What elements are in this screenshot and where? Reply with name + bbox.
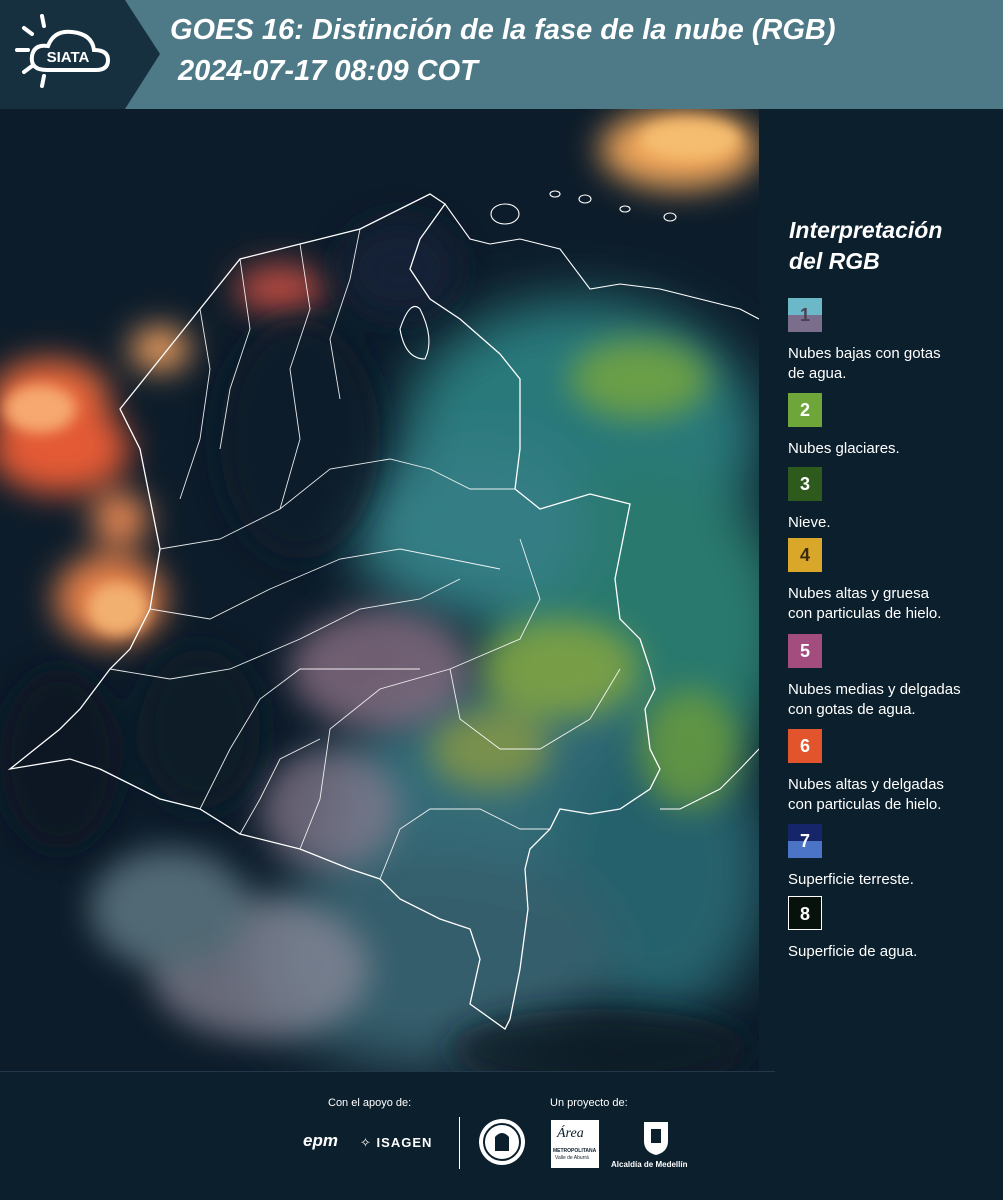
header-bar: SIATA GOES 16: Distinción de la fase de …: [0, 0, 1003, 109]
footer-divider-line: [0, 1071, 775, 1072]
legend-label-8: Superficie de agua.: [788, 943, 918, 960]
legend-label-6: Nubes altas y delgadas con particulas de …: [788, 776, 944, 813]
alcaldia-shield-icon: [641, 1119, 671, 1162]
legend-swatch-2: 2: [788, 393, 822, 427]
isagen-logo: ✧ ISAGEN: [360, 1135, 432, 1151]
rgb-satellite-image: [0, 109, 759, 1071]
legend-swatch-7: 7: [788, 824, 822, 858]
legend-label-2: Nubes glaciares.: [788, 440, 900, 457]
epm-logo: epm: [303, 1131, 338, 1150]
legend-title-line2: del RGB: [789, 248, 880, 274]
legend-title-line1: Interpretación: [789, 217, 943, 243]
footer-divider: [459, 1117, 460, 1169]
legend-label-1: Nubes bajas con gotas de agua.: [788, 345, 941, 382]
isagen-icon: ✧: [360, 1135, 372, 1150]
area-metropolitana-logo: Área METROPOLITANA Valle de Aburrá: [551, 1120, 599, 1168]
project-caption: Un proyecto de:: [550, 1097, 628, 1109]
page-title: GOES 16: Distinción de la fase de la nub…: [170, 14, 836, 46]
legend-label-7: Superficie terreste.: [788, 871, 914, 888]
legend-label-5: Nubes medias y delgadas con gotas de agua…: [788, 681, 961, 718]
legend-swatch-1: 1: [788, 298, 822, 332]
legend-label-4: Nubes altas y gruesa con particulas de hi…: [788, 585, 942, 622]
footer-bar: Con el apoyo de: Un proyecto de: epm ✧ I…: [0, 1071, 1003, 1200]
isagen-label: ISAGEN: [376, 1135, 433, 1150]
satellite-map: [0, 109, 759, 1071]
alcaldia-label: Alcaldía de Medellín: [611, 1160, 688, 1169]
legend-panel: Interpretación del RGB 1 Nubes bajas con…: [762, 109, 1003, 1071]
legend-label-3: Nieve.: [788, 514, 831, 531]
legend-swatch-3: 3: [788, 467, 822, 501]
legend-swatch-6: 6: [788, 729, 822, 763]
page-timestamp: 2024-07-17 08:09 COT: [178, 55, 478, 87]
legend-swatch-4: 4: [788, 538, 822, 572]
svg-text:SIATA: SIATA: [47, 49, 90, 66]
gobernacion-seal-icon: [477, 1117, 527, 1172]
support-caption: Con el apoyo de:: [328, 1097, 412, 1109]
legend-swatch-5: 5: [788, 634, 822, 668]
legend-title: Interpretación del RGB: [789, 215, 989, 277]
legend-swatch-8: 8: [788, 896, 822, 930]
siata-logo: SIATA: [0, 0, 160, 109]
